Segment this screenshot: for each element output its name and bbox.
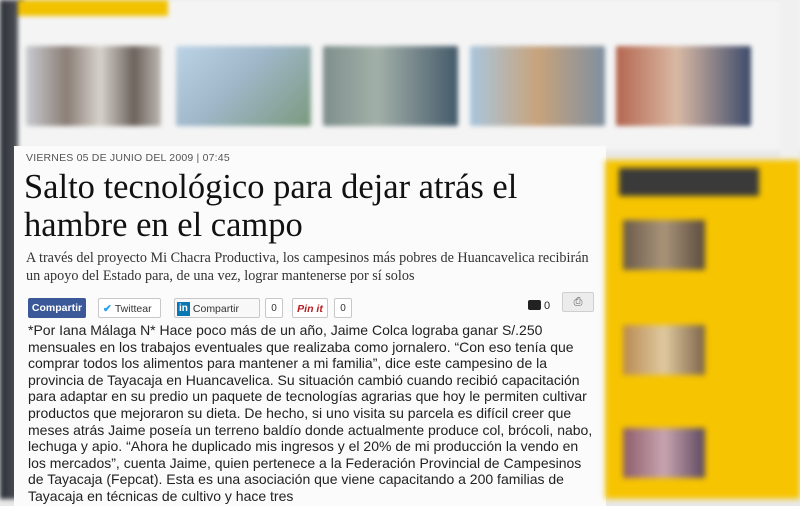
facebook-share-button[interactable]: Compartir	[28, 298, 86, 318]
printer-icon: ⎙	[573, 296, 583, 308]
sidebar-news-item[interactable]	[623, 220, 800, 280]
sidebar-news-item[interactable]	[623, 428, 800, 488]
sidebar-news-image	[623, 220, 705, 270]
twitter-share-button[interactable]: ✔ Twittear	[98, 298, 161, 318]
thumbnail-image	[323, 46, 458, 126]
comments-link[interactable]: 0	[528, 300, 550, 312]
comment-count: 0	[544, 300, 551, 312]
linkedin-share-count: 0	[265, 298, 283, 318]
related-news-thumbnail[interactable]	[323, 12, 458, 126]
right-edge-background	[780, 0, 800, 160]
print-button[interactable]: ⎙	[562, 292, 594, 312]
linkedin-share-label: Compartir	[192, 303, 239, 315]
article-dateline: VIERNES 05 DE JUNIO DEL 2009 | 07:45	[26, 152, 230, 164]
sidebar-heading	[619, 168, 759, 196]
thumbnail-image	[26, 46, 161, 126]
related-news-thumbnail[interactable]	[176, 12, 311, 126]
twitter-share-label: Twittear	[114, 303, 152, 315]
linkedin-share-button[interactable]: in Compartir	[174, 298, 260, 318]
article-subheadline: A través del proyecto Mi Chacra Producti…	[26, 250, 589, 284]
linkedin-icon: in	[177, 302, 190, 316]
pinterest-pin-count: 0	[334, 298, 352, 318]
twitter-icon: ✔	[103, 303, 112, 315]
thumbnail-image	[470, 46, 605, 126]
related-news-thumbnail[interactable]	[616, 12, 751, 126]
comment-bubble-icon	[528, 300, 541, 310]
sidebar-news-image	[623, 428, 705, 478]
sidebar-panel	[605, 160, 800, 499]
thumbnail-image	[616, 46, 751, 126]
thumbnail-image	[176, 46, 311, 126]
sidebar-news-image	[623, 325, 705, 375]
article-body: *Por Iana Málaga N* Hace poco más de un …	[28, 322, 593, 504]
share-bar: Compartir ✔ Twittear in Compartir 0 Pin it…	[28, 292, 598, 322]
related-news-thumbnail[interactable]	[470, 12, 605, 126]
article-headline: Salto tecnológico para dejar atrás el ha…	[24, 168, 518, 244]
related-news-strip	[18, 0, 800, 150]
related-news-thumbnail[interactable]	[26, 12, 161, 126]
sidebar-news-item[interactable]	[623, 325, 800, 385]
article-container: VIERNES 05 DE JUNIO DEL 2009 | 07:45 Sal…	[14, 146, 606, 506]
pinterest-pin-button[interactable]: Pin it	[292, 298, 328, 318]
